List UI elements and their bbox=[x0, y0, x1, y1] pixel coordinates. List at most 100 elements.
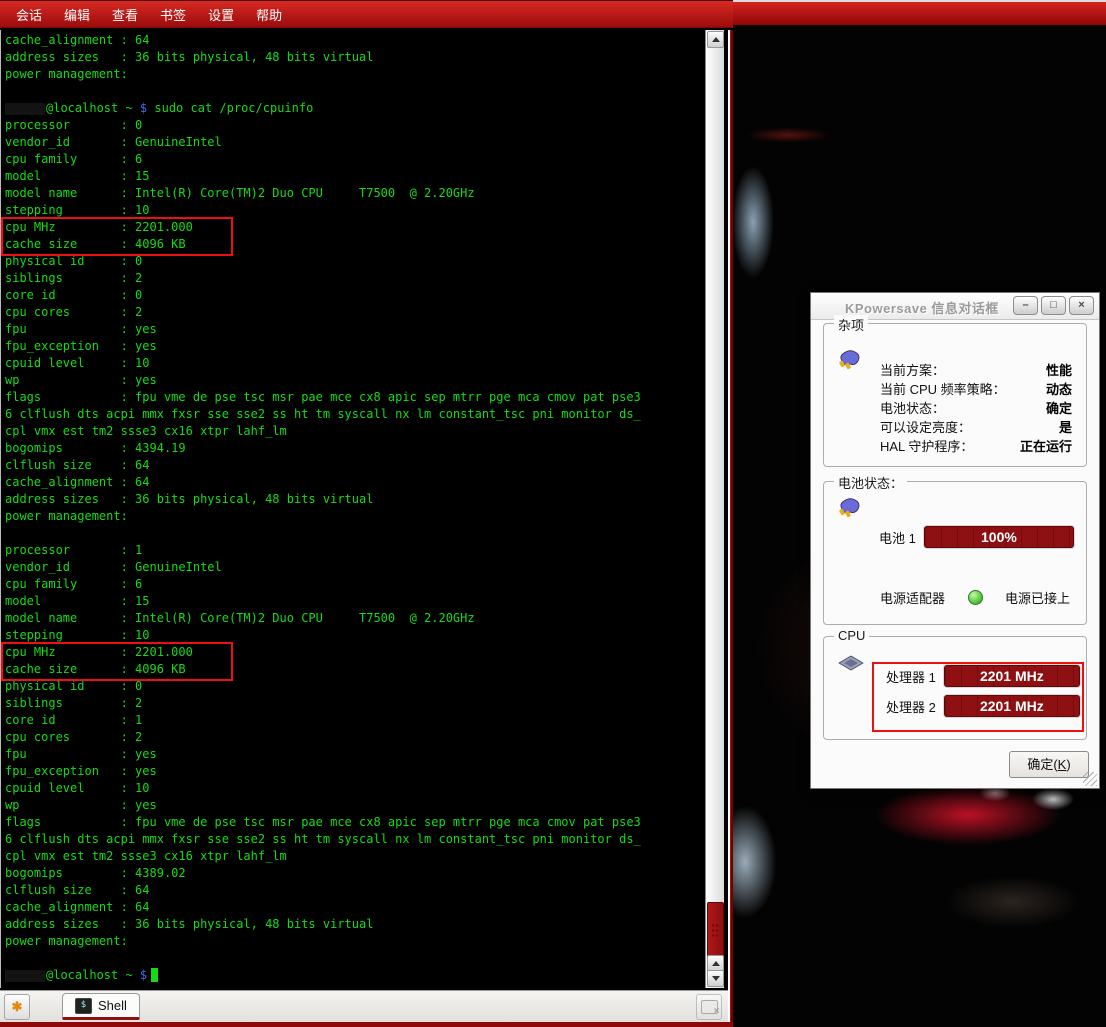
battery-group: 电池状态： 电池 1 100% 电源适配器 电源已接上 bbox=[823, 481, 1087, 625]
adapter-status: 电源已接上 bbox=[1005, 588, 1070, 607]
info-label: 电池状态： bbox=[880, 398, 1046, 417]
minimize-button[interactable]: – bbox=[1013, 296, 1038, 315]
tab-shell[interactable]: $ Shell bbox=[62, 993, 140, 1020]
cpu-group: CPU 处理器 12201 MHz处理器 22201 MHz bbox=[823, 636, 1087, 740]
info-label: 可以设定亮度： bbox=[880, 417, 1059, 436]
redacted-username bbox=[5, 970, 45, 982]
terminal-line: cpu cores : 2 bbox=[5, 304, 704, 321]
new-session-button[interactable]: ✱ bbox=[4, 994, 30, 1020]
menu-item[interactable]: 会话 bbox=[8, 2, 50, 27]
session-action-button[interactable]: × bbox=[696, 994, 722, 1020]
terminal-line: fpu : yes bbox=[5, 746, 704, 763]
ok-button[interactable]: 确定(K) bbox=[1009, 751, 1089, 778]
terminal-line: wp : yes bbox=[5, 372, 704, 389]
menu-item[interactable]: 帮助 bbox=[248, 2, 290, 27]
adapter-row: 电源适配器 电源已接上 bbox=[880, 588, 1070, 607]
terminal-line bbox=[5, 525, 704, 542]
terminal-line: model name : Intel(R) Core(TM)2 Duo CPU … bbox=[5, 610, 704, 627]
info-row: 当前方案：性能 bbox=[824, 360, 1086, 379]
desktop-panel-bar bbox=[733, 0, 1106, 27]
terminal-line: model name : Intel(R) Core(TM)2 Duo CPU … bbox=[5, 185, 704, 202]
terminal-line: address sizes : 36 bits physical, 48 bit… bbox=[5, 916, 704, 933]
terminal-line bbox=[5, 83, 704, 100]
info-value: 动态 bbox=[1046, 379, 1072, 398]
terminal-line: clflush size : 64 bbox=[5, 882, 704, 899]
misc-group-legend: 杂项 bbox=[834, 315, 868, 334]
screen: 会话编辑查看书签设置帮助 cache_alignment : 64address… bbox=[0, 0, 1106, 1027]
battery-group-legend: 电池状态： bbox=[834, 473, 907, 492]
terminal-prompt-line: @localhost ~ $ sudo cat /proc/cpuinfo bbox=[5, 100, 704, 117]
scrollbar-thumb[interactable] bbox=[707, 902, 724, 961]
maximize-button[interactable]: □ bbox=[1041, 296, 1066, 315]
info-value: 性能 bbox=[1046, 360, 1072, 379]
scroll-down-icon[interactable] bbox=[707, 970, 724, 987]
close-button[interactable]: × bbox=[1069, 296, 1094, 315]
info-row: 可以设定亮度：是 bbox=[824, 417, 1086, 436]
info-row: 电池状态：确定 bbox=[824, 398, 1086, 417]
session-sheet-icon: × bbox=[701, 1000, 718, 1014]
terminal-line: address sizes : 36 bits physical, 48 bit… bbox=[5, 49, 704, 66]
terminal-line: cpu family : 6 bbox=[5, 151, 704, 168]
terminal-line: siblings : 2 bbox=[5, 695, 704, 712]
misc-rows: 当前方案：性能当前 CPU 频率策略：动态电池状态：确定可以设定亮度：是HAL … bbox=[824, 360, 1086, 455]
terminal-line: processor : 1 bbox=[5, 542, 704, 559]
terminal-line: bogomips : 4389.02 bbox=[5, 865, 704, 882]
terminal-line: cache_alignment : 64 bbox=[5, 32, 704, 49]
terminal-line: cpl vmx est tm2 ssse3 cx16 xtpr lahf_lm bbox=[5, 848, 704, 865]
info-value: 是 bbox=[1059, 417, 1072, 436]
terminal-line: processor : 0 bbox=[5, 117, 704, 134]
power-plug-icon bbox=[838, 496, 862, 523]
info-label: HAL 守护程序： bbox=[880, 436, 1020, 455]
terminal-line bbox=[5, 950, 704, 967]
shell-terminal-icon: $ bbox=[75, 998, 92, 1014]
window-buttons: – □ × bbox=[1013, 296, 1094, 315]
scrollbar[interactable] bbox=[705, 30, 724, 988]
terminal-output[interactable]: cache_alignment : 64address sizes : 36 b… bbox=[2, 32, 704, 986]
menu-item[interactable]: 设置 bbox=[200, 2, 242, 27]
terminal-line: cpuid level : 10 bbox=[5, 355, 704, 372]
konsole-window: 会话编辑查看书签设置帮助 cache_alignment : 64address… bbox=[0, 0, 733, 1027]
terminal-line: vendor_id : GenuineIntel bbox=[5, 559, 704, 576]
terminal-line: 6 clflush dts acpi mmx fxsr sse sse2 ss … bbox=[5, 406, 704, 423]
menu-item[interactable]: 书签 bbox=[152, 2, 194, 27]
tab-bar: ✱ $ Shell × bbox=[0, 990, 728, 1022]
new-session-icon: ✱ bbox=[12, 999, 23, 1015]
battery-row: 电池 1 100% bbox=[879, 526, 1074, 548]
terminal-line: cpuid level : 10 bbox=[5, 780, 704, 797]
terminal-line: model : 15 bbox=[5, 593, 704, 610]
window-border-bottom bbox=[0, 1022, 733, 1027]
terminal-line: fpu_exception : yes bbox=[5, 763, 704, 780]
terminal-line: fpu_exception : yes bbox=[5, 338, 704, 355]
terminal-panel: cache_alignment : 64address sizes : 36 b… bbox=[0, 30, 728, 988]
menu-item[interactable]: 查看 bbox=[104, 2, 146, 27]
battery-label: 电池 1 bbox=[879, 528, 916, 547]
info-value: 正在运行 bbox=[1020, 436, 1072, 455]
info-row: HAL 守护程序：正在运行 bbox=[824, 436, 1086, 455]
scroll-up-icon[interactable] bbox=[707, 31, 724, 48]
cpu-group-legend: CPU bbox=[834, 628, 869, 643]
tab-shell-label: Shell bbox=[98, 998, 127, 1013]
terminal-line: address sizes : 36 bits physical, 48 bit… bbox=[5, 491, 704, 508]
terminal-line: power management: bbox=[5, 933, 704, 950]
menu-item[interactable]: 编辑 bbox=[56, 2, 98, 27]
info-value: 确定 bbox=[1046, 398, 1072, 417]
resize-grip-icon[interactable] bbox=[1083, 772, 1097, 786]
terminal-line: model : 15 bbox=[5, 168, 704, 185]
battery-progressbar: 100% bbox=[924, 526, 1074, 548]
window-border-right bbox=[728, 30, 733, 1027]
misc-group: 杂项 当前方案：性能当前 CPU 频率策略：动态电池状态：确定可以设定亮度：是H… bbox=[823, 323, 1087, 467]
terminal-line: flags : fpu vme de pse tsc msr pae mce c… bbox=[5, 814, 704, 831]
kpowersave-dialog: KPowersave 信息对话框 – □ × 杂项 当前方案：性能当前 CPU … bbox=[810, 292, 1100, 789]
adapter-led-icon bbox=[968, 590, 983, 605]
terminal-line: cpu cores : 2 bbox=[5, 729, 704, 746]
annotation-box-cpu0 bbox=[1, 217, 233, 256]
annotation-box-cpu1 bbox=[1, 642, 233, 681]
terminal-prompt-line: @localhost ~ $ bbox=[5, 967, 704, 984]
dialog-title: KPowersave 信息对话框 bbox=[845, 298, 999, 317]
terminal-cursor bbox=[151, 968, 158, 982]
terminal-line: power management: bbox=[5, 66, 704, 83]
terminal-line: siblings : 2 bbox=[5, 270, 704, 287]
terminal-line: cpl vmx est tm2 ssse3 cx16 xtpr lahf_lm bbox=[5, 423, 704, 440]
terminal-line: core id : 1 bbox=[5, 712, 704, 729]
terminal-line: cpu family : 6 bbox=[5, 576, 704, 593]
